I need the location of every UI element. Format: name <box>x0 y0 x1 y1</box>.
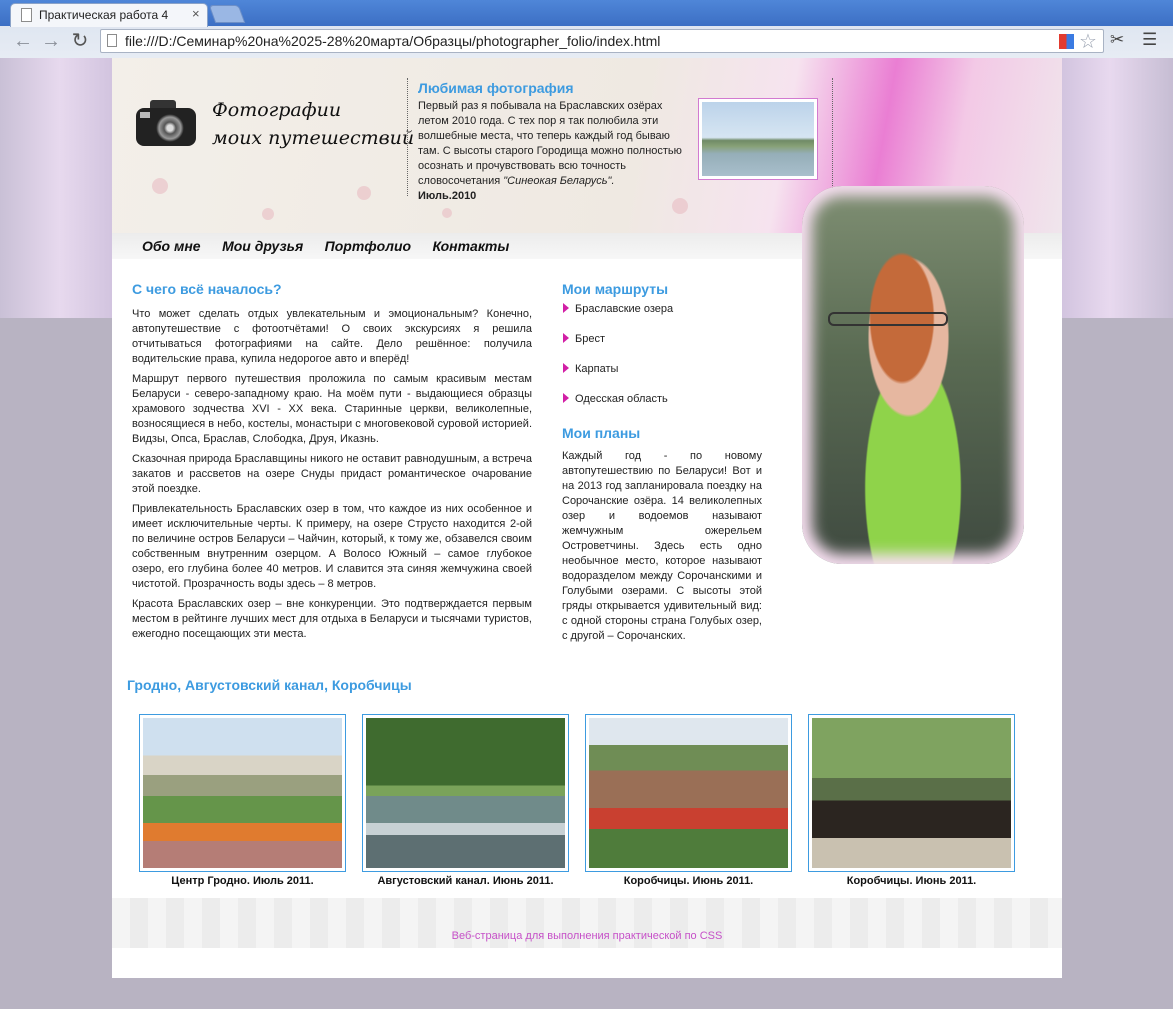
article-paragraph: Маршрут первого путешествия проложила по… <box>132 373 532 445</box>
favorite-title: Любимая фотография <box>418 80 574 96</box>
main-article: С чего всё началось? Что может сделать о… <box>132 281 532 642</box>
favorite-photo[interactable] <box>698 98 818 180</box>
route-item[interactable]: Брест <box>562 333 762 363</box>
route-item[interactable]: Карпаты <box>562 363 762 393</box>
plans-title: Мои планы <box>562 425 641 441</box>
glasses-shape <box>828 312 948 326</box>
gallery-photo[interactable] <box>808 714 1015 872</box>
gallery-photo[interactable] <box>585 714 792 872</box>
article-paragraph: Что может сделать отдых увлекательным и … <box>132 308 532 365</box>
forward-icon[interactable]: → <box>40 30 62 52</box>
nav-item-portfolio[interactable]: Портфолио <box>325 238 411 254</box>
gallery-photo[interactable] <box>139 714 346 872</box>
sidebar: Мои маршруты Браславские озера Брест Кар… <box>562 281 762 644</box>
triangle-bullet-icon <box>563 333 569 343</box>
tab-active[interactable]: Практическая работа 4 × <box>10 3 208 27</box>
triangle-bullet-icon <box>563 393 569 403</box>
gallery-caption: Центр Гродно. Июль 2011. <box>171 875 314 887</box>
site-logo[interactable]: Фотографии моих путешествий <box>212 96 414 152</box>
reload-icon[interactable]: ↻ <box>69 30 91 52</box>
new-tab-button[interactable] <box>208 5 246 23</box>
routes-title: Мои маршруты <box>562 281 669 297</box>
routes-list: Браславские озера Брест Карпаты Одесская… <box>562 303 762 423</box>
document-icon <box>21 8 32 22</box>
triangle-bullet-icon <box>563 363 569 373</box>
article-paragraph: Привлекательность Браславских озер в том… <box>132 503 532 590</box>
camera-logo-icon <box>136 96 200 154</box>
tab-bar: Практическая работа 4 × <box>0 0 1173 27</box>
gallery-item[interactable]: Центр Гродно. Июль 2011. <box>139 714 346 887</box>
browser-chrome: Практическая работа 4 × ← → ↻ file:///D:… <box>0 0 1173 58</box>
page-icon <box>107 34 117 47</box>
route-item[interactable]: Одесская область <box>562 393 762 423</box>
page-container: Фотографии моих путешествий Любимая фото… <box>112 58 1062 978</box>
route-item[interactable]: Браславские озера <box>562 303 762 333</box>
gallery-caption: Коробчицы. Июнь 2011. <box>623 875 754 887</box>
extension-icon[interactable] <box>1059 34 1074 49</box>
tab-title: Практическая работа 4 <box>39 8 169 22</box>
close-tab-icon[interactable]: × <box>192 6 200 21</box>
gallery-title: Гродно, Августовский канал, Коробчицы <box>127 677 412 693</box>
gallery-item[interactable]: Августовский канал. Июнь 2011. <box>362 714 569 887</box>
logo-line-1: Фотографии <box>212 99 342 121</box>
footer-text: Веб-страница для выполнения практической… <box>451 930 723 942</box>
bookmark-star-icon[interactable]: ☆ <box>1079 29 1097 54</box>
gallery-item[interactable]: Коробчицы. Июнь 2011. <box>808 714 1015 887</box>
favorite-quote: "Синеокая Беларусь". <box>503 175 615 187</box>
url-text[interactable]: file:///D:/Семинар%20на%2025-28%20марта/… <box>125 33 660 49</box>
favorite-text: Первый раз я побывала на Браславских озё… <box>418 100 682 202</box>
nav-item-friends[interactable]: Мои друзья <box>222 238 303 254</box>
scissors-icon[interactable]: ✂ <box>1110 30 1124 50</box>
browser-toolbar: ← → ↻ file:///D:/Семинар%20на%2025-28%20… <box>0 26 1173 58</box>
favorite-date: Июль.2010 <box>418 190 477 202</box>
nav-item-contacts[interactable]: Контакты <box>433 238 510 254</box>
page-viewport: Фотографии моих путешествий Любимая фото… <box>0 58 1173 1009</box>
gallery-caption: Коробчицы. Июнь 2011. <box>846 875 977 887</box>
author-portrait <box>802 186 1024 564</box>
gallery-caption: Августовский канал. Июнь 2011. <box>377 875 554 887</box>
favorite-photo-block: Любимая фотография Первый раз я побывала… <box>407 78 833 202</box>
article-paragraph: Сказочная природа Браславщины никого не … <box>132 453 532 495</box>
triangle-bullet-icon <box>563 303 569 313</box>
back-icon[interactable]: ← <box>12 30 34 52</box>
article-paragraph: Красота Браславских озер – вне конкуренц… <box>132 598 532 640</box>
nav-item-about[interactable]: Обо мне <box>142 238 201 254</box>
plans-text: Каждый год - по новому автопутешествию п… <box>562 450 762 642</box>
gallery-item[interactable]: Коробчицы. Июнь 2011. <box>585 714 792 887</box>
article-title: С чего всё началось? <box>132 281 282 297</box>
address-bar[interactable]: file:///D:/Семинар%20на%2025-28%20марта/… <box>100 29 1104 53</box>
logo-line-2: моих путешествий <box>212 127 415 149</box>
menu-icon[interactable]: ☰ <box>1142 30 1157 50</box>
gallery-photo[interactable] <box>362 714 569 872</box>
